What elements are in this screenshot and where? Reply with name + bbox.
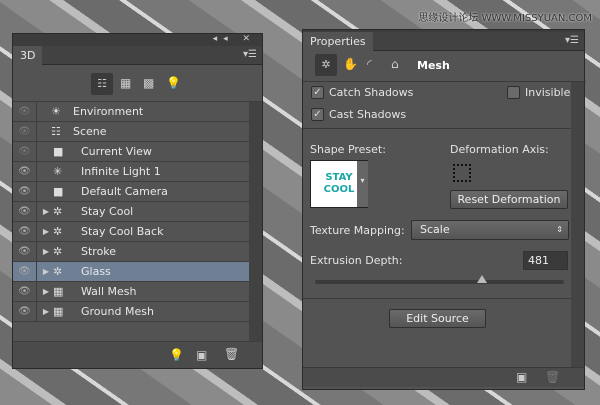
mesh-tab-icon[interactable]: ✲ xyxy=(315,54,337,76)
expand-arrow-icon[interactable]: ▶ xyxy=(39,207,53,216)
scrollbar[interactable] xyxy=(249,102,262,342)
tree-item-label: Current View xyxy=(81,145,152,158)
invisible-label: Invisible xyxy=(525,86,571,99)
scene-tree: 👁 ☀ Environment 👁 ☷ Scene 👁 ■ Current View 👁 ✳ Infi… xyxy=(13,101,262,342)
tree-item-label: Stroke xyxy=(81,245,117,258)
tab-properties[interactable]: Properties xyxy=(303,32,373,52)
extrusion-depth-label: Extrusion Depth: xyxy=(310,254,403,267)
tree-item[interactable]: 👁 ▶ ✲ Stay Cool xyxy=(13,201,249,222)
deform-tab-icon[interactable]: ✋ xyxy=(343,57,358,71)
visibility-eye-icon[interactable]: 👁 xyxy=(13,281,37,302)
tree-item-label: Default Camera xyxy=(81,185,168,198)
light-icon: ✳ xyxy=(53,165,63,178)
slider-thumb[interactable] xyxy=(476,275,487,283)
visibility-eye-icon[interactable]: 👁 xyxy=(13,241,37,262)
camera-icon: ■ xyxy=(53,145,64,158)
tree-item[interactable]: 👁 ▶ ✲ Stay Cool Back xyxy=(13,221,249,242)
tree-item-label: Glass xyxy=(81,265,111,278)
tree-item-label: Environment xyxy=(73,105,144,118)
panel-menu-icon[interactable]: ▾☰ xyxy=(243,49,257,60)
expand-arrow-icon[interactable]: ▶ xyxy=(39,227,53,236)
wall-mesh-icon: ▦ xyxy=(53,305,64,318)
material-filter-icon[interactable]: ▩ xyxy=(143,76,154,90)
cast-shadows-checkbox[interactable]: ✓ xyxy=(311,108,324,121)
tree-item[interactable]: 👁 ☀ Environment xyxy=(13,101,249,122)
catch-shadows-checkbox[interactable]: ✓ xyxy=(311,86,324,99)
cast-shadows-label: Cast Shadows xyxy=(329,108,407,121)
tree-item-label: Stay Cool Back xyxy=(81,225,164,238)
mesh-icon: ✲ xyxy=(53,225,63,238)
reset-deformation-button[interactable]: Reset Deformation xyxy=(450,190,568,209)
scene-filter-icon[interactable]: ☷ xyxy=(91,73,113,95)
deformation-axis-label: Deformation Axis: xyxy=(450,143,549,156)
expand-arrow-icon[interactable]: ▶ xyxy=(39,247,53,256)
light-filter-icon[interactable]: 💡 xyxy=(166,76,181,90)
deformation-axis-icon[interactable] xyxy=(453,164,471,182)
watermark: 思缘设计论坛 WWW.MISSYUAN.COM xyxy=(418,13,592,24)
mesh-icon: ✲ xyxy=(53,245,63,258)
scrollbar[interactable] xyxy=(571,82,584,367)
camera-icon: ■ xyxy=(53,185,64,198)
add-light-icon[interactable]: 💡 xyxy=(169,348,184,362)
tree-item-label: Wall Mesh xyxy=(81,285,137,298)
extrusion-depth-slider[interactable] xyxy=(315,275,564,284)
tree-item[interactable]: 👁 ▶ ▦ Ground Mesh xyxy=(13,301,249,322)
tree-item-label: Stay Cool xyxy=(81,205,134,218)
render-icon[interactable]: ▣ xyxy=(516,370,527,384)
visibility-eye-icon[interactable]: 👁 xyxy=(13,141,37,162)
visibility-eye-icon[interactable]: 👁 xyxy=(13,261,37,282)
visibility-eye-icon[interactable]: 👁 xyxy=(13,301,37,322)
expand-arrow-icon[interactable]: ▶ xyxy=(39,287,53,296)
wall-mesh-icon: ▦ xyxy=(53,285,64,298)
tree-item[interactable]: 👁 ▶ ▦ Wall Mesh xyxy=(13,281,249,302)
section-title: Mesh xyxy=(417,59,450,72)
visibility-eye-icon[interactable]: 👁 xyxy=(13,161,37,182)
visibility-eye-icon[interactable]: 👁 xyxy=(13,201,37,222)
tree-item-label: Ground Mesh xyxy=(81,305,154,318)
visibility-eye-icon[interactable]: 👁 xyxy=(13,121,37,142)
tree-item[interactable]: 👁 ■ Current View xyxy=(13,141,249,162)
scene-icon: ☷ xyxy=(51,125,61,138)
tab-3d[interactable]: 3D xyxy=(13,46,43,66)
mesh-filter-icon[interactable]: ▦ xyxy=(120,76,131,90)
preset-dropdown-icon[interactable]: ▾ xyxy=(357,161,368,207)
tree-item-label: Infinite Light 1 xyxy=(81,165,161,178)
mesh-icon: ✲ xyxy=(53,205,63,218)
catch-shadows-label: Catch Shadows xyxy=(329,86,414,99)
tree-item-label: Scene xyxy=(73,125,107,138)
expand-arrow-icon[interactable]: ▶ xyxy=(39,307,53,316)
mesh-icon: ✲ xyxy=(53,265,63,278)
tree-item[interactable]: 👁 ▶ ✲ Stroke xyxy=(13,241,249,262)
visibility-eye-icon[interactable]: 👁 xyxy=(13,101,37,122)
extrusion-depth-input[interactable] xyxy=(523,251,568,270)
texture-mapping-value: Scale xyxy=(420,223,450,236)
panel-3d-titlebar[interactable]: ◂◂ ✕ xyxy=(13,34,262,46)
shape-preset-label: Shape Preset: xyxy=(310,143,386,156)
visibility-eye-icon[interactable]: 👁 xyxy=(13,221,37,242)
tree-item[interactable]: 👁 ▶ ✲ Glass xyxy=(13,261,249,282)
preset-thumbnail: STAY COOL xyxy=(323,172,355,195)
invisible-checkbox[interactable] xyxy=(507,86,520,99)
tree-item[interactable]: 👁 ☷ Scene xyxy=(13,121,249,142)
coordinates-tab-icon[interactable]: ⌂ xyxy=(391,57,399,71)
cap-tab-icon[interactable]: ◜ xyxy=(367,57,372,71)
panel-menu-icon[interactable]: ▾☰ xyxy=(565,35,579,46)
panel-3d: ◂◂ ✕ 3D ▾☰ ☷ ▦ ▩ 💡 👁 ☀ Environment 👁 ☷ Scene 👁 ■… xyxy=(12,33,263,369)
expand-arrow-icon[interactable]: ▶ xyxy=(39,267,53,276)
tree-item[interactable]: 👁 ■ Default Camera xyxy=(13,181,249,202)
texture-mapping-select[interactable]: Scale ⇕ xyxy=(411,220,569,240)
edit-source-button[interactable]: Edit Source xyxy=(389,309,486,328)
trash-icon[interactable]: 🗑 xyxy=(545,370,560,384)
texture-mapping-label: Texture Mapping: xyxy=(310,224,405,237)
tree-item[interactable]: 👁 ✳ Infinite Light 1 xyxy=(13,161,249,182)
environment-icon: ☀ xyxy=(51,105,61,118)
panel-properties: Properties ▾☰ ✲ ✋ ◜ ⌂ Mesh ✓ Catch Shadow… xyxy=(302,29,586,390)
render-icon[interactable]: ▣ xyxy=(196,348,207,362)
trash-icon[interactable]: 🗑 xyxy=(224,347,239,361)
collapse-close-icons[interactable]: ◂◂ ✕ xyxy=(213,34,256,44)
visibility-eye-icon[interactable]: 👁 xyxy=(13,181,37,202)
